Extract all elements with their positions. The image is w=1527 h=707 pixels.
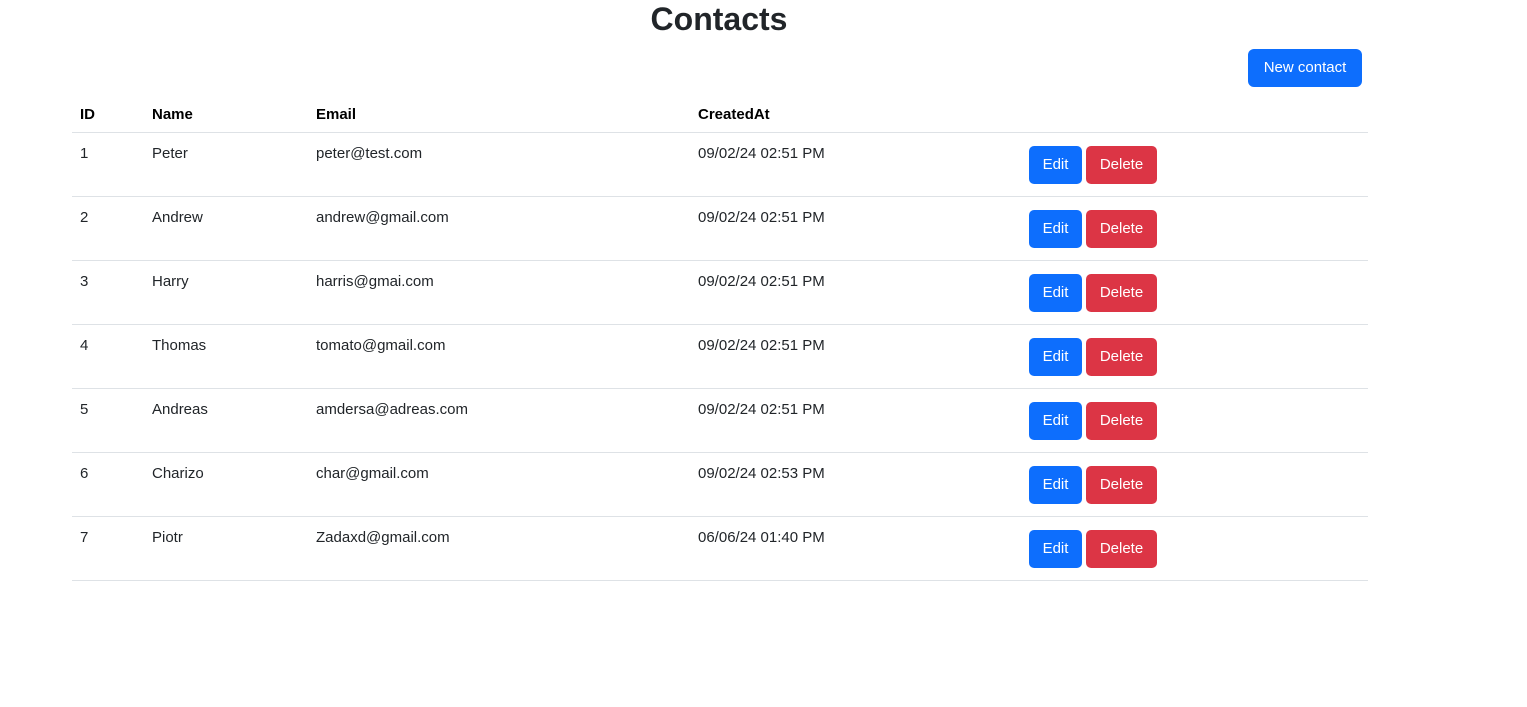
cell-id: 4	[72, 324, 144, 389]
edit-button[interactable]: Edit	[1029, 402, 1082, 440]
page-title: Contacts	[650, 1, 788, 37]
cell-actions: Edit Delete	[1029, 196, 1368, 261]
delete-button[interactable]: Delete	[1086, 274, 1157, 312]
cell-created-at: 09/02/24 02:51 PM	[690, 196, 1029, 261]
delete-button[interactable]: Delete	[1086, 338, 1157, 376]
cell-name: Andrew	[144, 196, 308, 261]
cell-name: Peter	[144, 132, 308, 197]
cell-name: Thomas	[144, 324, 308, 389]
cell-email: harris@gmai.com	[308, 260, 690, 325]
table-header-row: ID Name Email CreatedAt	[72, 97, 1368, 133]
delete-button[interactable]: Delete	[1086, 146, 1157, 184]
cell-actions: Edit Delete	[1029, 260, 1368, 325]
delete-button[interactable]: Delete	[1086, 210, 1157, 248]
cell-name: Piotr	[144, 516, 308, 581]
cell-created-at: 09/02/24 02:51 PM	[690, 132, 1029, 197]
contacts-page: Contacts New contact ID Name Email Creat…	[0, 0, 1527, 707]
cell-actions: Edit Delete	[1029, 132, 1368, 197]
new-contact-button[interactable]: New contact	[1248, 49, 1362, 87]
table-row: 6 Charizo char@gmail.com 09/02/24 02:53 PM E…	[72, 452, 1368, 517]
cell-id: 1	[72, 132, 144, 197]
table-row: 5 Andreas amdersa@adreas.com 09/02/24 02:51…	[72, 388, 1368, 453]
cell-created-at: 09/02/24 02:51 PM	[690, 324, 1029, 389]
delete-button[interactable]: Delete	[1086, 530, 1157, 568]
cell-name: Charizo	[144, 452, 308, 517]
cell-name: Andreas	[144, 388, 308, 453]
column-header-created-at[interactable]: CreatedAt	[690, 97, 1029, 133]
table-row: 4 Thomas tomato@gmail.com 09/02/24 02:51 PM…	[72, 324, 1368, 389]
table-body: 1 Peter peter@test.com 09/02/24 02:51 PM Edi…	[72, 132, 1368, 581]
cell-id: 3	[72, 260, 144, 325]
cell-id: 5	[72, 388, 144, 453]
cell-id: 7	[72, 516, 144, 581]
cell-actions: Edit Delete	[1029, 388, 1368, 453]
edit-button[interactable]: Edit	[1029, 530, 1082, 568]
edit-button[interactable]: Edit	[1029, 210, 1082, 248]
table-row: 2 Andrew andrew@gmail.com 09/02/24 02:51 PM…	[72, 196, 1368, 261]
cell-created-at: 09/02/24 02:51 PM	[690, 260, 1029, 325]
delete-button[interactable]: Delete	[1086, 466, 1157, 504]
cell-actions: Edit Delete	[1029, 324, 1368, 389]
table-row: 7 Piotr Zadaxd@gmail.com 06/06/24 01:40 PM E…	[72, 516, 1368, 581]
column-header-id[interactable]: ID	[72, 97, 144, 133]
table-row: 1 Peter peter@test.com 09/02/24 02:51 PM Edi…	[72, 132, 1368, 197]
cell-email: andrew@gmail.com	[308, 196, 690, 261]
cell-id: 6	[72, 452, 144, 517]
contacts-table: ID Name Email CreatedAt 1 Peter peter@test…	[72, 97, 1368, 581]
cell-email: amdersa@adreas.com	[308, 388, 690, 453]
cell-actions: Edit Delete	[1029, 516, 1368, 581]
column-header-actions	[1029, 97, 1368, 133]
column-header-name[interactable]: Name	[144, 97, 308, 133]
cell-actions: Edit Delete	[1029, 452, 1368, 517]
cell-created-at: 09/02/24 02:51 PM	[690, 388, 1029, 453]
edit-button[interactable]: Edit	[1029, 146, 1082, 184]
cell-created-at: 06/06/24 01:40 PM	[690, 516, 1029, 581]
cell-email: char@gmail.com	[308, 452, 690, 517]
cell-created-at: 09/02/24 02:53 PM	[690, 452, 1029, 517]
cell-email: Zadaxd@gmail.com	[308, 516, 690, 581]
column-header-email[interactable]: Email	[308, 97, 690, 133]
delete-button[interactable]: Delete	[1086, 402, 1157, 440]
cell-email: tomato@gmail.com	[308, 324, 690, 389]
cell-name: Harry	[144, 260, 308, 325]
cell-id: 2	[72, 196, 144, 261]
edit-button[interactable]: Edit	[1029, 274, 1082, 312]
edit-button[interactable]: Edit	[1029, 466, 1082, 504]
edit-button[interactable]: Edit	[1029, 338, 1082, 376]
table-row: 3 Harry harris@gmai.com 09/02/24 02:51 PM Ed…	[72, 260, 1368, 325]
cell-email: peter@test.com	[308, 132, 690, 197]
